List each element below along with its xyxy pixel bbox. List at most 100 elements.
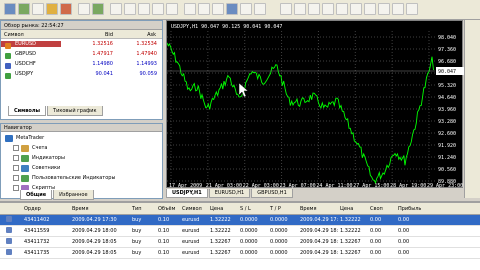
vertical-line-icon[interactable]: [308, 3, 320, 15]
navigator-root-label: MetaTrader: [16, 135, 45, 141]
new-order-icon[interactable]: [78, 3, 90, 15]
market-watch-icon[interactable]: [32, 3, 44, 15]
open-price: 1.32222: [210, 228, 231, 234]
trade-row[interactable]: 43411559 2009.04.29 18:00 buy 0.10 eurusd 1.3…: [0, 226, 480, 237]
zoom-in-icon[interactable]: [152, 3, 164, 15]
column-bid[interactable]: Bid: [61, 30, 119, 38]
market-watch-row[interactable]: USDCHF 1.14980 1.14993: [1, 59, 162, 69]
stop-loss: 0.0000: [240, 239, 258, 245]
expand-icon[interactable]: [13, 175, 19, 181]
tab-chart-usdjpy[interactable]: USDJPY,H1: [166, 189, 208, 198]
tab-chart-eurusd[interactable]: EURUSD,H1: [208, 189, 251, 198]
right-scrollbar[interactable]: [464, 20, 480, 198]
templates-icon[interactable]: [254, 3, 266, 15]
column-volume[interactable]: Объём: [156, 206, 180, 212]
expand-icon[interactable]: [13, 155, 19, 161]
indicators-icon[interactable]: [226, 3, 238, 15]
trade-row-icon: [0, 238, 22, 246]
navigator-icon[interactable]: [46, 3, 58, 15]
take-profit: 0.0000: [270, 239, 288, 245]
trade-row[interactable]: 43411735 2009.04.29 18:05 buy 0.10 eurusd 1.3…: [0, 248, 480, 259]
open-price: 1.32222: [210, 217, 231, 223]
column-symbol[interactable]: Символ: [1, 30, 61, 38]
column-price[interactable]: Цена: [208, 206, 238, 212]
horizontal-line-icon[interactable]: [322, 3, 334, 15]
time-label: 29 Apr 23:00: [427, 183, 463, 189]
expert-advisors-icon[interactable]: [92, 3, 104, 15]
grid-icon[interactable]: [184, 3, 196, 15]
periods-icon[interactable]: [240, 3, 252, 15]
label-icon[interactable]: [392, 3, 404, 15]
navigator-item-custom-indicators[interactable]: Пользовательские Индикаторы: [13, 173, 115, 183]
market-watch-row[interactable]: EURUSD 1.32516 1.32534: [1, 39, 162, 49]
arrows-icon[interactable]: [406, 3, 418, 15]
tab-symbols[interactable]: Символы: [8, 106, 47, 116]
column-sl[interactable]: S / L: [238, 206, 268, 212]
close-price: 1.32222: [340, 217, 361, 223]
new-chart-icon[interactable]: [4, 3, 16, 15]
column-symbol[interactable]: Символ: [180, 206, 208, 212]
expand-icon[interactable]: [13, 165, 19, 171]
fibonacci-icon[interactable]: [364, 3, 376, 15]
open-time: 2009.04.29 18:05: [72, 250, 117, 256]
open-time: 2009.04.29 18:05: [72, 239, 117, 245]
navigator-root[interactable]: MetaTrader: [5, 133, 44, 143]
take-profit: 0.0000: [270, 250, 288, 256]
tab-favorites[interactable]: Избранное: [53, 190, 94, 200]
navigator-item-label: Индикаторы: [32, 155, 65, 161]
tab-common[interactable]: Общие: [20, 190, 53, 200]
candlestick-icon[interactable]: [124, 3, 136, 15]
profit-value: 0.00: [398, 250, 410, 256]
navigator-item-experts[interactable]: Советники: [13, 163, 60, 173]
chart-shift-icon[interactable]: [212, 3, 224, 15]
trendline-icon[interactable]: [336, 3, 348, 15]
price-label: 96.680: [438, 59, 456, 65]
indicators-folder-icon: [21, 154, 29, 162]
market-watch-title: Обзор рынка: 22:54:27: [1, 21, 162, 30]
bar-chart-icon[interactable]: [110, 3, 122, 15]
tab-tick-chart[interactable]: Тиковый график: [47, 106, 103, 116]
navigator-item-accounts[interactable]: Счета: [13, 143, 48, 153]
swap-value: 0.00: [370, 228, 382, 234]
navigator-item-indicators[interactable]: Индикаторы: [13, 153, 65, 163]
trade-row[interactable]: 43411402 2009.04.29 17:30 buy 0.10 eurusd 1.3…: [0, 215, 480, 226]
custom-indicators-folder-icon: [21, 174, 29, 182]
column-order[interactable]: Ордер: [22, 206, 70, 212]
terminal-icon[interactable]: [60, 3, 72, 15]
cursor-icon[interactable]: [280, 3, 292, 15]
column-type[interactable]: Тип: [130, 206, 156, 212]
trade-row[interactable]: 43411732 2009.04.29 18:05 buy 0.10 eurusd 1.3…: [0, 237, 480, 248]
price-chart[interactable]: USDJPY,H1 90.047 90.125 90.041 90.047 98.…: [166, 20, 464, 189]
expand-icon[interactable]: [13, 185, 19, 191]
autoscroll-icon[interactable]: [198, 3, 210, 15]
tab-chart-gbpusd[interactable]: GBPUSD,H1: [251, 189, 293, 198]
zoom-out-icon[interactable]: [166, 3, 178, 15]
text-icon[interactable]: [378, 3, 390, 15]
symbol-icon: [5, 73, 11, 79]
column-profit[interactable]: Прибыль: [396, 206, 422, 212]
bid-value: 1.14980: [92, 61, 113, 67]
trade-type: buy: [132, 217, 142, 223]
column-swap[interactable]: Своп: [368, 206, 396, 212]
column-ask[interactable]: Ask: [119, 30, 159, 38]
trade-symbol: eurusd: [182, 250, 200, 256]
trade-icon: [6, 249, 12, 255]
crosshair-icon[interactable]: [294, 3, 306, 15]
column-close-time[interactable]: Время: [298, 206, 338, 212]
market-watch-row[interactable]: USDJPY 90.041 90.059: [1, 69, 162, 79]
toolbar: [0, 0, 480, 20]
column-tp[interactable]: T / P: [268, 206, 298, 212]
profiles-icon[interactable]: [18, 3, 30, 15]
expand-icon[interactable]: [13, 145, 19, 151]
column-close-price[interactable]: Цена: [338, 206, 368, 212]
symbol-icon: [5, 63, 11, 69]
market-watch-row[interactable]: GBPUSD 1.47917 1.47940: [1, 49, 162, 59]
equidistant-channel-icon[interactable]: [350, 3, 362, 15]
line-chart-icon[interactable]: [138, 3, 150, 15]
column-time[interactable]: Время: [70, 206, 130, 212]
trade-icon: [6, 216, 12, 222]
chart-canvas[interactable]: USDJPY,H1 90.047 90.125 90.041 90.047 98.…: [167, 21, 464, 189]
trade-volume: 0.10: [158, 239, 170, 245]
price-label: 98.040: [438, 35, 456, 41]
time-label: 27 Apr 15:00: [353, 183, 389, 189]
